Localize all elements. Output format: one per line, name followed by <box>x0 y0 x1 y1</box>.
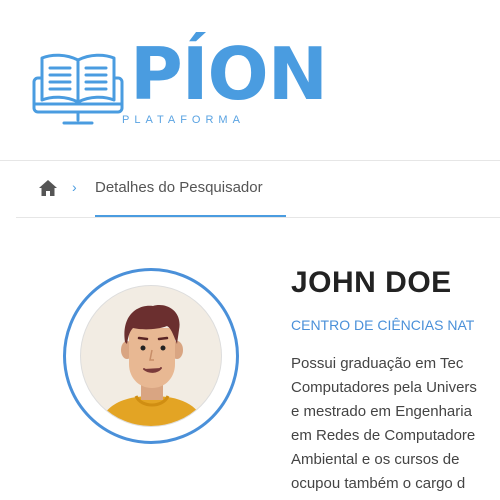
logo-wordmark: PÍON <box>130 32 328 116</box>
researcher-center[interactable]: CENTRO DE CIÊNCIAS NAT <box>291 317 474 333</box>
avatar <box>63 268 239 444</box>
bio-line: Possui graduação em Tec <box>291 355 464 372</box>
book-monitor-icon <box>32 53 124 125</box>
bio-line: ocupou também o cargo d <box>291 475 466 492</box>
researcher-name: JOHN DOE <box>291 266 452 299</box>
pion-logo[interactable]: PÍON PLATAFORMA <box>30 38 340 134</box>
home-icon[interactable] <box>38 179 58 197</box>
person-icon <box>99 305 205 426</box>
bio-line: e mestrado em Engenharia <box>291 403 472 420</box>
bio-line: Ambiental e os cursos de <box>291 451 460 468</box>
bio-line: Computadores pela Univers <box>291 379 477 396</box>
bio-line: em Redes de Computadore <box>291 427 476 444</box>
breadcrumb-separator: › <box>72 179 77 195</box>
avatar-illustration <box>80 285 222 427</box>
site-header: PÍON PLATAFORMA <box>0 0 500 160</box>
researcher-bio: Possui graduação em Tec Computadores pel… <box>291 352 500 496</box>
breadcrumb: › Detalhes do Pesquisador <box>16 161 500 217</box>
breadcrumb-current[interactable]: Detalhes do Pesquisador <box>95 179 263 196</box>
logo-subtitle: PLATAFORMA <box>122 114 245 126</box>
breadcrumb-divider <box>16 217 500 218</box>
